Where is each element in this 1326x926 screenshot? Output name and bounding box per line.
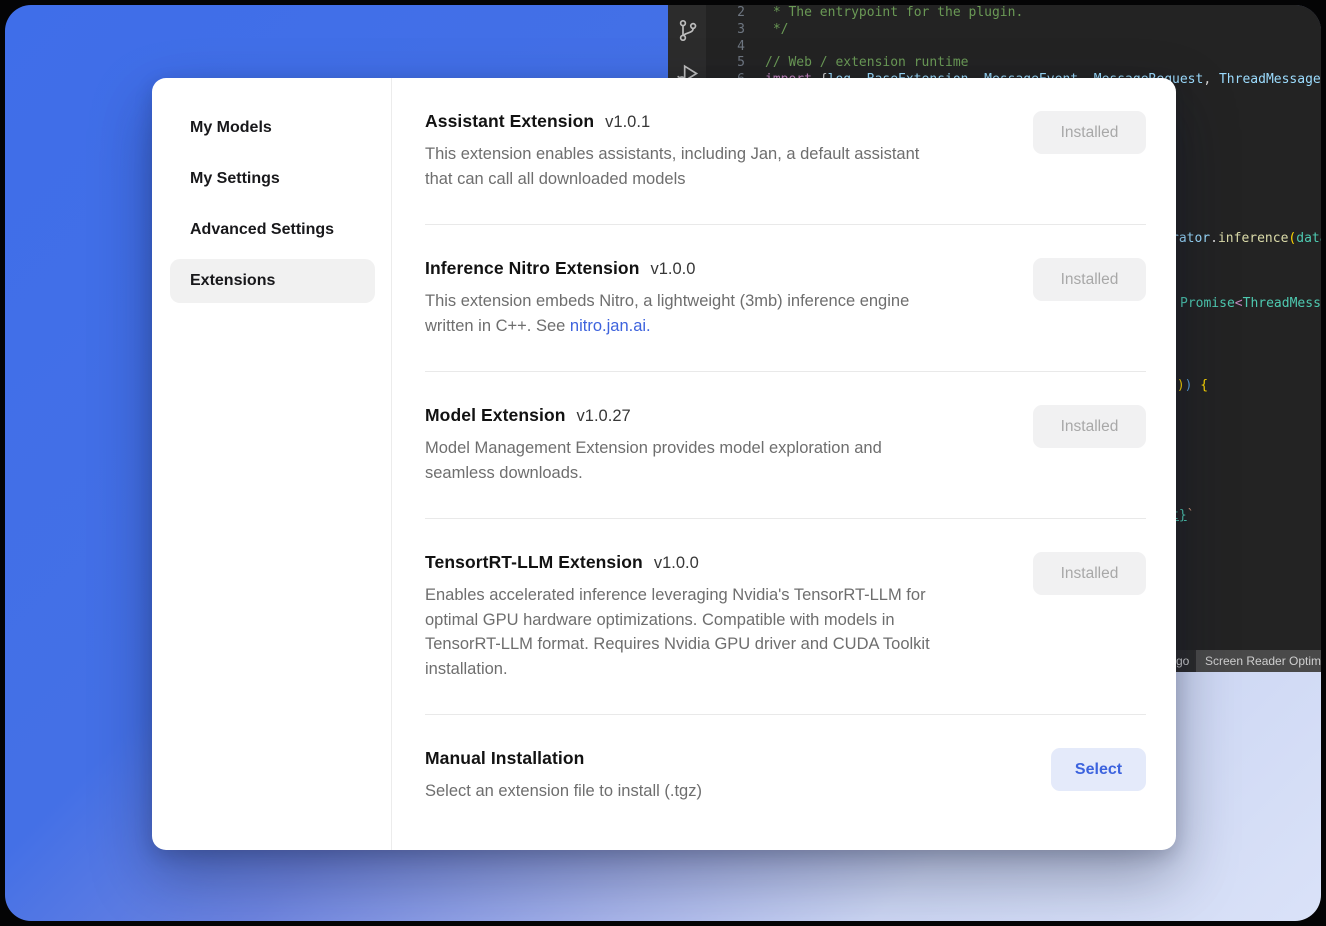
code-token: ThreadMessage xyxy=(1219,72,1321,87)
settings-modal: My Models My Settings Advanced Settings … xyxy=(152,78,1176,850)
line-number: 4 xyxy=(706,39,745,54)
nitro-jan-ai-link[interactable]: nitro.jan.ai. xyxy=(570,317,651,335)
line-number: 5 xyxy=(706,55,745,70)
extension-action: Installed xyxy=(1033,552,1146,595)
sidebar-item-my-settings[interactable]: My Settings xyxy=(170,157,375,201)
extension-action: Installed xyxy=(1033,111,1146,154)
extension-title-line: Model Extension v1.0.27 xyxy=(425,405,882,426)
code-token: . xyxy=(1210,231,1218,246)
source-control-icon[interactable] xyxy=(674,17,701,44)
extension-action: Installed xyxy=(1033,405,1146,448)
extension-version: v1.0.0 xyxy=(651,260,696,279)
extension-action: Installed xyxy=(1033,258,1146,301)
code-token: ` xyxy=(1187,508,1195,523)
extension-title: Model Extension xyxy=(425,405,566,426)
extension-version: v1.0.1 xyxy=(605,113,650,132)
extension-version: v1.0.27 xyxy=(577,407,631,426)
extension-title: TensortRT-LLM Extension xyxy=(425,552,643,573)
line-number: 3 xyxy=(706,22,745,37)
extension-row-assistant: Assistant Extension v1.0.1 This extensio… xyxy=(425,78,1146,225)
status-bar-item[interactable]: go xyxy=(1176,650,1189,672)
description-text: Select an extension file to install (.tg… xyxy=(425,782,702,800)
code-line: 5 // Web / extension runtime xyxy=(706,55,1321,72)
sidebar-item-extensions[interactable]: Extensions xyxy=(170,259,375,303)
code-token: inference xyxy=(1218,231,1288,246)
code-token: < xyxy=(1235,296,1243,311)
code-token: , xyxy=(1203,72,1219,87)
extension-title: Assistant Extension xyxy=(425,111,594,132)
extension-row-inference-nitro: Inference Nitro Extension v1.0.0 This ex… xyxy=(425,225,1146,372)
code-token: ) xyxy=(1177,378,1185,393)
installed-button[interactable]: Installed xyxy=(1033,405,1146,448)
select-file-button[interactable]: Select xyxy=(1051,748,1146,791)
screen-reader-status-item[interactable]: Screen Reader Optimized xyxy=(1196,650,1321,672)
settings-sidebar: My Models My Settings Advanced Settings … xyxy=(152,78,392,850)
code-comment: */ xyxy=(745,22,788,37)
extension-info: Manual Installation Select an extension … xyxy=(425,748,702,804)
code-comment: // Web / extension runtime xyxy=(745,55,969,70)
sidebar-item-my-models[interactable]: My Models xyxy=(170,106,375,150)
code-token: data xyxy=(1296,231,1321,246)
code-token: ThreadMessage xyxy=(1243,296,1321,311)
code-token: { xyxy=(1192,378,1208,393)
extension-row-tensorrt-llm: TensortRT-LLM Extension v1.0.0 Enables a… xyxy=(425,519,1146,715)
extension-title: Manual Installation xyxy=(425,748,584,769)
extension-version: v1.0.0 xyxy=(654,554,699,573)
extension-title-line: Manual Installation xyxy=(425,748,702,769)
screen-wallpaper: 2 * The entrypoint for the plugin. 3 */ … xyxy=(5,5,1321,921)
code-token: rator xyxy=(1171,231,1210,246)
extensions-list: Assistant Extension v1.0.1 This extensio… xyxy=(392,78,1176,850)
extension-description: Enables accelerated inference leveraging… xyxy=(425,583,930,681)
extension-description: This extension embeds Nitro, a lightweig… xyxy=(425,289,909,338)
extension-description: Model Management Extension provides mode… xyxy=(425,436,882,485)
sidebar-item-advanced-settings[interactable]: Advanced Settings xyxy=(170,208,375,252)
extension-title-line: Inference Nitro Extension v1.0.0 xyxy=(425,258,909,279)
extension-action: Select xyxy=(1051,748,1146,791)
extension-info: Assistant Extension v1.0.1 This extensio… xyxy=(425,111,919,191)
code-fragment-promise: Promise<ThreadMessage> xyxy=(1180,296,1321,311)
extension-description: This extension enables assistants, inclu… xyxy=(425,142,919,191)
desktop-composite: 2 * The entrypoint for the plugin. 3 */ … xyxy=(0,0,1326,926)
extension-title: Inference Nitro Extension xyxy=(425,258,640,279)
extension-description: Select an extension file to install (.tg… xyxy=(425,779,702,804)
extension-info: Model Extension v1.0.27 Model Management… xyxy=(425,405,882,485)
extension-title-line: TensortRT-LLM Extension v1.0.0 xyxy=(425,552,930,573)
code-line: 3 */ xyxy=(706,22,1321,39)
description-text: Enables accelerated inference leveraging… xyxy=(425,586,930,678)
installed-button[interactable]: Installed xyxy=(1033,552,1146,595)
installed-button[interactable]: Installed xyxy=(1033,258,1146,301)
extension-row-manual-installation: Manual Installation Select an extension … xyxy=(425,715,1146,837)
installed-button[interactable]: Installed xyxy=(1033,111,1146,154)
code-line: 4 xyxy=(706,39,1321,56)
code-fragment-inference: rator.inference(data)); xyxy=(1171,231,1321,246)
line-number: 2 xyxy=(706,5,745,20)
code-token: Promise xyxy=(1180,296,1235,311)
description-text: Model Management Extension provides mode… xyxy=(425,439,882,482)
extension-info: TensortRT-LLM Extension v1.0.0 Enables a… xyxy=(425,552,930,681)
description-text: This extension enables assistants, inclu… xyxy=(425,145,919,188)
extension-row-model: Model Extension v1.0.27 Model Management… xyxy=(425,372,1146,519)
code-comment: * The entrypoint for the plugin. xyxy=(745,5,1023,20)
extension-title-line: Assistant Extension v1.0.1 xyxy=(425,111,919,132)
extension-info: Inference Nitro Extension v1.0.0 This ex… xyxy=(425,258,909,338)
description-text: This extension embeds Nitro, a lightweig… xyxy=(425,292,909,335)
code-line: 2 * The entrypoint for the plugin. xyxy=(706,5,1321,22)
